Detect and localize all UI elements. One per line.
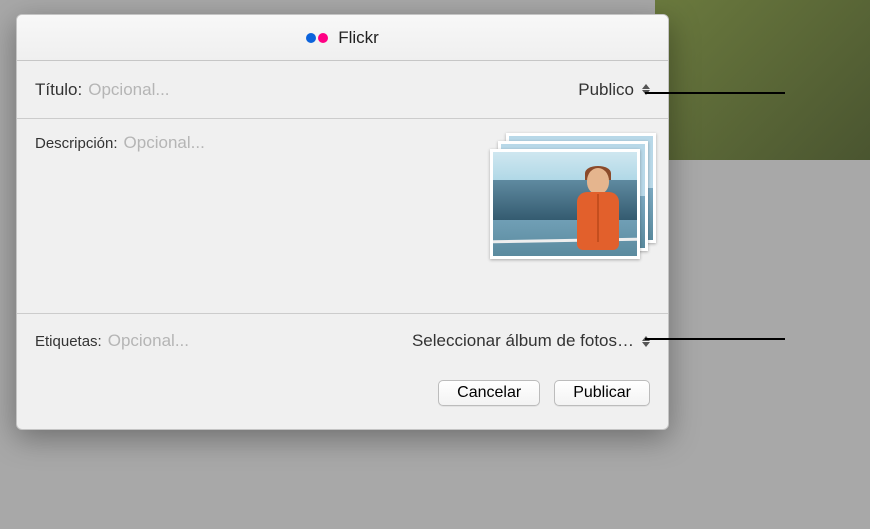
album-popup-value: Seleccionar álbum de fotos…: [412, 331, 634, 351]
titlebar-title: Flickr: [338, 28, 379, 48]
thumbnail-front: [490, 149, 640, 259]
title-label: Título:: [35, 80, 82, 100]
album-popup[interactable]: Seleccionar álbum de fotos…: [412, 331, 650, 351]
background-photo: [655, 0, 870, 160]
button-row: Cancelar Publicar: [17, 368, 668, 422]
title-row: Título: Publico: [17, 61, 668, 119]
tags-label: Etiquetas:: [35, 333, 102, 350]
privacy-popup-value: Publico: [578, 80, 634, 100]
description-field-wrap: Descripción:: [35, 133, 480, 293]
photo-thumbnail-stack: [490, 133, 650, 263]
titlebar: Flickr: [17, 15, 668, 61]
tags-input[interactable]: [108, 331, 412, 351]
tags-row: Etiquetas: Seleccionar álbum de fotos…: [17, 314, 668, 368]
callout-line-album: [645, 338, 785, 340]
description-input[interactable]: [124, 133, 480, 293]
description-label: Descripción:: [35, 135, 118, 152]
flickr-logo-icon: [306, 33, 328, 43]
flickr-share-sheet: Flickr Título: Publico Descripción: Etiq…: [16, 14, 669, 430]
description-row: Descripción:: [17, 119, 668, 314]
privacy-popup[interactable]: Publico: [578, 80, 650, 100]
title-input[interactable]: [88, 80, 578, 100]
publish-button[interactable]: Publicar: [554, 380, 650, 406]
cancel-button[interactable]: Cancelar: [438, 380, 540, 406]
callout-line-privacy: [645, 92, 785, 94]
